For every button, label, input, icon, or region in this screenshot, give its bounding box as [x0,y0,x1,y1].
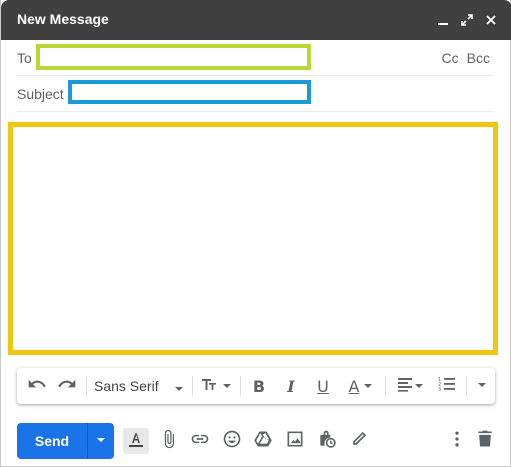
subject-label: Subject [17,86,64,102]
more-formatting-icon [477,377,487,395]
to-row: To Cc Bcc [17,40,494,76]
close-icon [485,14,497,26]
send-options-button[interactable] [88,423,114,459]
subject-input[interactable] [68,80,311,104]
drive-icon [253,429,273,454]
more-options-button[interactable] [444,428,470,454]
insert-link-button[interactable] [187,428,213,454]
insert-drive-button[interactable] [250,428,276,454]
font-family-label: Sans Serif [94,378,159,394]
chevron-down-icon [223,384,231,388]
redo-button[interactable] [53,368,81,404]
chevron-down-icon [174,381,184,399]
underline-button[interactable]: U [311,368,335,404]
bold-button[interactable]: B [247,368,271,404]
cc-link[interactable]: Cc [442,50,459,66]
align-icon [396,376,414,397]
compose-title: New Message [17,11,109,27]
numbered-list-button[interactable]: 1 2 3 [433,368,461,404]
toolbar-divider [86,376,87,396]
italic-button[interactable]: I [279,368,303,404]
text-color-button[interactable]: A [343,368,379,404]
to-label: To [17,50,32,66]
signature-icon [349,429,369,454]
close-button[interactable] [482,10,500,30]
emoji-icon [222,429,242,454]
subject-row: Subject [17,76,494,112]
message-body[interactable] [8,122,498,355]
formatting-toolbar: Sans Serif B I U A 1 2 3 [17,368,495,404]
underline-label: U [317,376,329,396]
compose-header[interactable]: New Message [1,0,511,40]
toolbar-divider [240,376,241,396]
chevron-down-icon [96,432,106,450]
toolbar-divider [466,376,467,396]
bcc-link[interactable]: Bcc [467,50,490,66]
text-color-label: A [348,376,360,396]
photo-icon [285,429,305,454]
minimize-icon [437,14,449,26]
redo-icon [57,374,77,399]
undo-icon [27,374,47,399]
cc-bcc-links: Cc Bcc [442,50,490,66]
minimize-button[interactable] [434,10,452,30]
chevron-down-icon [415,384,423,388]
more-formatting-button[interactable] [471,368,493,404]
font-size-icon [200,375,222,398]
font-family-dropdown[interactable]: Sans Serif [90,368,188,404]
insert-signature-button[interactable] [346,428,372,454]
insert-photo-button[interactable] [282,428,308,454]
link-icon [190,429,210,454]
chevron-down-icon [364,384,373,388]
insert-emoji-button[interactable] [219,428,245,454]
discard-icon [475,429,495,454]
italic-label: I [287,376,295,396]
confidential-mode-button[interactable] [314,428,340,454]
confidential-mode-icon [317,429,337,454]
expand-icon [461,14,473,26]
svg-text:3: 3 [438,387,441,393]
attach-icon [159,429,179,454]
attach-files-button[interactable] [156,428,182,454]
compose-window: New Message To Cc Bcc Subject Sans Serif… [0,0,511,467]
formatting-options-button[interactable] [123,428,149,454]
formatting-options-icon [126,429,146,454]
toolbar-divider [192,376,193,396]
send-button-group: Send [17,423,114,459]
numbered-list-icon: 1 2 3 [437,375,457,398]
send-button[interactable]: Send [17,423,88,459]
undo-button[interactable] [23,368,51,404]
to-input[interactable] [36,44,311,70]
align-button[interactable] [391,368,429,404]
toolbar-divider [385,376,386,396]
fullscreen-button[interactable] [458,10,476,30]
bold-label: B [252,376,266,396]
more-options-icon [447,429,467,454]
font-size-button[interactable] [197,368,235,404]
discard-draft-button[interactable] [472,428,498,454]
